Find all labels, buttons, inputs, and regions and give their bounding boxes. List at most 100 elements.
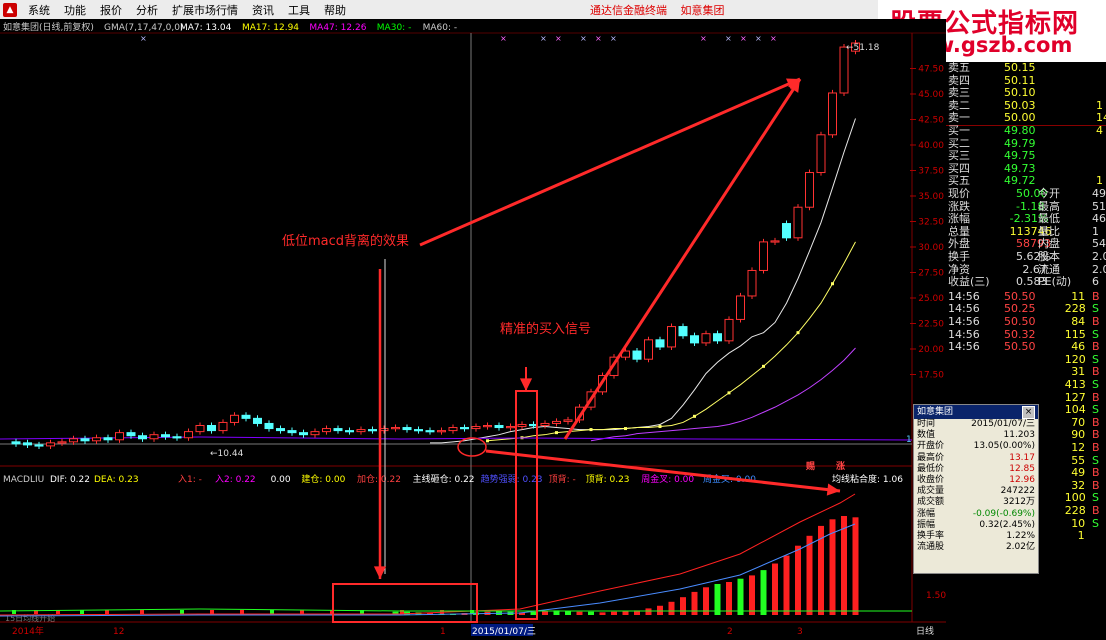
x-marker: × — [770, 34, 777, 43]
candle-body — [287, 430, 297, 434]
candle-body — [437, 430, 446, 433]
candle-body — [299, 432, 308, 436]
ma-label-1: MA17: 12.94 — [242, 23, 299, 33]
menu-item-function[interactable]: 功能 — [57, 2, 93, 18]
tick-side: B — [1092, 340, 1100, 354]
macd-small-bar — [105, 610, 109, 614]
date-label: 12 — [113, 627, 124, 637]
stat-value-2: 49 — [1092, 187, 1106, 200]
candle-body — [218, 421, 228, 432]
macd-bar — [680, 597, 686, 615]
tooltip-row: 流通股 2.02亿 — [914, 542, 1038, 553]
tooltip-value: 247222 — [1000, 486, 1035, 497]
candle-body — [195, 425, 205, 433]
period-label: 日线 — [916, 625, 934, 637]
candle-body — [322, 428, 331, 433]
candle-body — [667, 326, 676, 348]
macd-field: 建仓: 0.00 — [301, 473, 345, 485]
candle-body — [230, 414, 239, 423]
candle-body — [552, 420, 561, 424]
stat-value-2: 6 — [1092, 275, 1099, 289]
low-price-label: ←10.44 — [210, 449, 244, 459]
menu-item-tools[interactable]: 工具 — [281, 2, 317, 18]
order-price: 50.15 — [1004, 61, 1036, 74]
macd-field: 顶背: - — [549, 473, 576, 485]
tooltip-value: 13.05(0.00%) — [973, 441, 1035, 452]
ma17-line-dot — [658, 425, 662, 429]
candle-body — [563, 419, 573, 422]
price-tick-label: 42.50 — [918, 116, 944, 126]
annotation-text-1: 低位macd背离的效果 — [282, 233, 409, 249]
candle-body — [678, 326, 688, 337]
close-icon[interactable]: × — [1022, 406, 1035, 419]
candle-body — [828, 92, 837, 136]
macd-bar — [783, 555, 790, 615]
x-marker: × — [725, 34, 732, 43]
tooltip-row: 最高价 13.17 — [914, 453, 1038, 464]
candle-body — [483, 425, 492, 428]
price-tick-label: 37.50 — [918, 167, 944, 177]
tick-side: S — [1092, 516, 1099, 530]
macd-bar — [726, 582, 732, 615]
order-price: 50.10 — [1004, 86, 1036, 100]
gma-label: GMA(7,17,47,0,0) — [104, 23, 183, 33]
terminal-name: 通达信金融终端 — [590, 3, 667, 17]
stat-value-2: 46 — [1092, 212, 1106, 226]
candle-body — [471, 426, 481, 430]
tooltip-key: 振幅 — [917, 519, 936, 530]
candle-body — [46, 442, 55, 447]
sell-row: 卖五 50.15 — [946, 61, 1106, 75]
menu-item-analysis[interactable]: 分析 — [129, 2, 165, 18]
menu-item-info[interactable]: 资讯 — [245, 2, 281, 18]
price-tick-label: 27.50 — [918, 269, 944, 279]
date-label: 2 — [727, 627, 733, 637]
candle-body — [655, 339, 665, 348]
macd-bar — [599, 612, 606, 615]
kline-chart[interactable]: 47.5045.0042.5040.0037.5035.0032.5030.00… — [0, 19, 946, 640]
tooltip-key: 成交额 — [917, 497, 945, 508]
candle-body — [253, 417, 262, 424]
tick-volume: 228 — [1064, 504, 1086, 517]
candle-body — [644, 339, 653, 360]
candle-body — [161, 434, 170, 438]
x-marker: × — [140, 34, 147, 43]
ma17-line-dot — [762, 364, 765, 368]
menu-item-system[interactable]: 系统 — [21, 2, 57, 18]
date-label: 3 — [797, 627, 803, 637]
tick-volume: 12 — [1071, 441, 1086, 454]
tooltip-row: 数值 11.203 — [914, 430, 1038, 441]
candle-body — [690, 335, 699, 344]
ma17-line-dot — [624, 427, 627, 431]
macd-bar — [760, 570, 767, 615]
candle-body — [713, 333, 722, 342]
candle-body — [494, 425, 504, 429]
menu-item-quote[interactable]: 报价 — [93, 2, 129, 18]
candle-body — [138, 435, 147, 440]
macd-bar — [657, 605, 663, 615]
tick-volume: 84 — [1071, 315, 1086, 328]
stat-row: 现价 50.00 今开 49 — [946, 187, 1106, 201]
order-volume: 4 — [1096, 124, 1103, 137]
sell-row: 卖三 50.10 — [946, 87, 1106, 100]
macd-field: 均线粘合度: 1.06 — [832, 473, 903, 485]
buy-row: 买三 49.75 — [946, 150, 1106, 163]
menu-item-extended-market[interactable]: 扩展市场行情 — [165, 2, 245, 18]
macd-bar — [611, 611, 617, 615]
candle-body — [23, 442, 32, 446]
candle-body — [805, 172, 814, 208]
macd-bar — [565, 611, 571, 615]
tooltip-header[interactable]: 如意集团 × — [914, 405, 1038, 419]
ma17-line-dot — [555, 431, 558, 435]
macd-bar — [691, 591, 698, 615]
menu-item-help[interactable]: 帮助 — [317, 2, 353, 18]
stock-name-title: 如意集团 — [680, 3, 725, 17]
mark-cong: 赐 — [805, 461, 815, 472]
tooltip-value: 0.32(2.45%) — [979, 519, 1035, 530]
price-tick-label: 40.00 — [918, 141, 944, 151]
stat-label: 换手 — [948, 250, 970, 263]
chart-header: 如意集团(日线,前复权) GMA(7,17,47,0,0) MA7: 13.04… — [3, 21, 457, 33]
macd-field: 顶背: 0.23 — [586, 473, 630, 485]
macd-field: 趋势强弱: 0.23 — [481, 473, 543, 485]
candle-body — [69, 438, 78, 443]
tooltip-window[interactable]: 如意集团 × 时间 2015/01/07/三 数值 11.203 开盘价 13.05(0.… — [913, 404, 1039, 574]
